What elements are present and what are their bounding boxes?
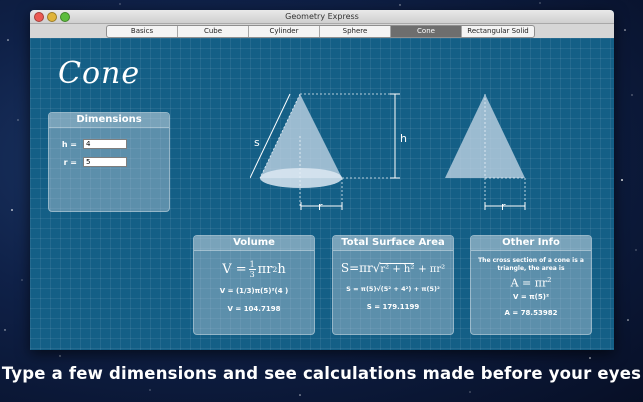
tab-cylinder[interactable]: Cylinder — [249, 26, 320, 37]
window-title: Geometry Express — [285, 12, 359, 21]
area-formula: A = πr2 — [510, 276, 552, 290]
dimensions-heading: Dimensions — [49, 113, 169, 128]
toolbar: Basics Cube Cylinder Sphere Cone Rectang… — [30, 24, 614, 39]
surface-area-result: S = 179.1199 — [366, 303, 420, 311]
tab-basics[interactable]: Basics — [107, 26, 178, 37]
cone-diagram: s h r r — [250, 93, 526, 213]
radius-diagram-label: r — [318, 200, 323, 213]
height-field-row: h = 4 — [55, 139, 127, 149]
radius-label: r = — [63, 157, 77, 167]
window-controls — [34, 12, 70, 22]
tab-cube[interactable]: Cube — [178, 26, 249, 37]
other-info-panel: Other Info The cross section of a cone i… — [470, 235, 592, 335]
cone-side-view — [260, 94, 342, 178]
volume-substitution: V = (1/3)π(5)²(4 ) — [219, 287, 289, 295]
zoom-button[interactable] — [60, 12, 70, 22]
volume-heading: Volume — [194, 236, 314, 251]
height-label: h = — [61, 139, 77, 149]
other-info-text: The cross section of a cone is a triangl… — [478, 257, 584, 272]
area-result: A = 78.53982 — [504, 308, 558, 317]
surface-area-substitution: S = π(5)√(5² + 4²) + π(5)² — [346, 285, 440, 293]
radius-diagram-label-2: r — [501, 200, 506, 213]
surface-area-heading: Total Surface Area — [333, 236, 453, 251]
tab-sphere[interactable]: Sphere — [320, 26, 391, 37]
marketing-caption: Type a few dimensions and see calculatio… — [1, 364, 642, 383]
tab-rectangular-solid[interactable]: Rectangular Solid — [462, 26, 534, 37]
cone-base — [260, 168, 342, 188]
other-info-heading: Other Info — [471, 236, 591, 251]
app-window: Geometry Express Basics Cube Cylinder Sp… — [30, 10, 614, 350]
slant-label: s — [254, 136, 260, 149]
volume-panel: Volume V = 1 3 πr 2 h V = (1/3)π(5)²(4 ) V… — [193, 235, 315, 335]
page-title: Cone — [58, 56, 141, 91]
volume-formula: V = 1 3 πr 2 h — [222, 259, 286, 279]
tab-cone[interactable]: Cone — [391, 26, 462, 37]
height-input[interactable]: 4 — [83, 139, 127, 149]
radius-field-row: r = 5 — [55, 157, 127, 167]
surface-area-panel: Total Surface Area S=πr√r² + h² + πr² S … — [332, 235, 454, 335]
close-button[interactable] — [34, 12, 44, 22]
volume-result: V = 104.7198 — [227, 305, 281, 313]
radius-input[interactable]: 5 — [83, 157, 127, 167]
title-bar: Geometry Express — [30, 10, 614, 24]
main-content: Cone Dimensions h = 4 r = 5 s h r r Volu… — [30, 38, 614, 350]
surface-area-formula: S=πr√r² + h² + πr² — [340, 261, 446, 275]
area-substitution: V = π(5)² — [512, 292, 550, 301]
minimize-button[interactable] — [47, 12, 57, 22]
dimensions-panel: Dimensions h = 4 r = 5 — [48, 112, 170, 212]
height-diagram-label: h — [400, 132, 407, 145]
shape-tabs: Basics Cube Cylinder Sphere Cone Rectang… — [106, 25, 535, 38]
